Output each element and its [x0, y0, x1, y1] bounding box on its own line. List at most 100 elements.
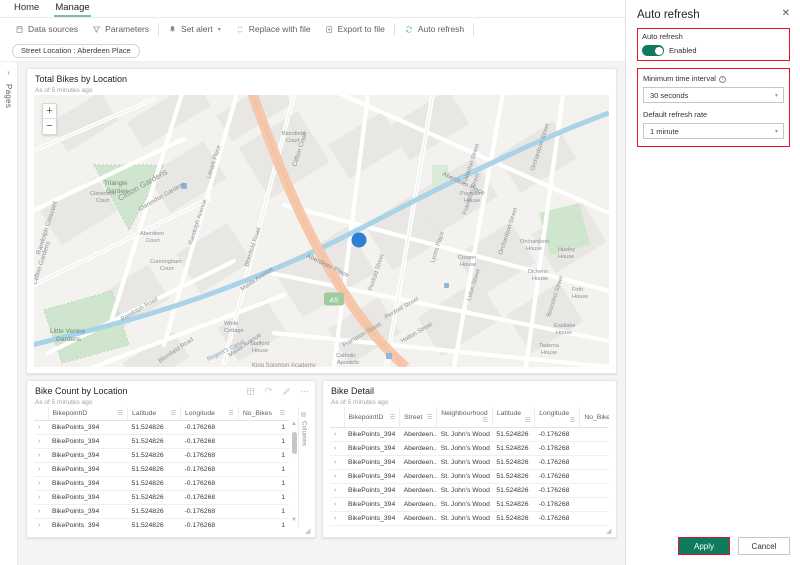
export-to-file-button[interactable]: Export to file [318, 20, 392, 38]
col-no-bikes[interactable]: No_Bikes [579, 407, 609, 428]
svg-text:House: House [558, 254, 574, 260]
filter-pill-street-location[interactable]: Street Location : Aberdeen Place [12, 43, 140, 58]
refresh-icon[interactable] [264, 387, 273, 396]
table-row[interactable]: › BikePoints_394 51.524826 -0.176268 1 [34, 504, 289, 519]
row-expand-chevron[interactable]: › [34, 448, 48, 463]
column-menu-icon[interactable]: ☰ [171, 410, 176, 417]
col-longitude[interactable]: Longitude ☰ [180, 407, 239, 421]
table-row[interactable]: ›BikePoints_394Aberdeen...St. John's Woo… [330, 497, 609, 512]
row-expand-chevron[interactable]: › [34, 462, 48, 477]
auto-refresh-button[interactable]: Auto refresh [397, 20, 471, 38]
resize-grip[interactable]: ◢ [606, 528, 613, 535]
bike-detail-grid-scroll[interactable]: BikepointID ☰ Street ☰ Neighbourhood ☰ L… [330, 407, 609, 527]
col-street[interactable]: Street ☰ [399, 407, 437, 428]
row-expand-chevron[interactable]: › [34, 504, 48, 519]
row-expand-chevron[interactable]: › [34, 518, 48, 527]
table-row[interactable]: › BikePoints_394 51.524826 -0.176268 1 [34, 434, 289, 449]
column-menu-icon[interactable]: ☰ [427, 414, 432, 421]
table-row[interactable]: ›BikePoints_394Aberdeen...St. John's Woo… [330, 427, 609, 442]
row-expand-chevron[interactable]: › [330, 427, 344, 442]
info-icon[interactable]: i [718, 75, 726, 83]
table-row[interactable]: ›BikePoints_394Aberdeen...St. John's Woo… [330, 525, 609, 527]
parameters-label: Parameters [105, 24, 150, 34]
bike-count-vertical-scrollbar[interactable]: ▲ ▼ [289, 407, 298, 527]
row-expand-chevron[interactable]: › [34, 490, 48, 505]
column-menu-icon[interactable]: ☰ [570, 417, 575, 424]
col-latitude[interactable]: Latitude ☰ [127, 407, 181, 421]
chevron-right-icon[interactable]: › [7, 68, 10, 78]
table-cell: 51.524826 [492, 455, 535, 470]
column-menu-icon[interactable]: ☰ [525, 417, 530, 424]
row-expand-chevron[interactable]: › [34, 434, 48, 449]
table-cell [579, 455, 609, 470]
minimum-time-interval-dropdown[interactable]: 30 seconds ▾ [643, 87, 784, 103]
apply-button[interactable]: Apply [678, 537, 730, 555]
row-expand-chevron[interactable]: › [330, 483, 344, 498]
scroll-up-icon[interactable]: ▲ [291, 421, 297, 428]
column-menu-icon[interactable]: ☰ [280, 410, 285, 417]
svg-text:Dickens: Dickens [528, 269, 548, 275]
row-expand-chevron[interactable]: › [330, 441, 344, 456]
table-row[interactable]: ›BikePoints_394Aberdeen...St. John's Woo… [330, 483, 609, 498]
row-expand-chevron[interactable]: › [330, 511, 344, 526]
tab-manage[interactable]: Manage [47, 2, 97, 17]
map-zoom-controls[interactable]: + − [42, 103, 57, 135]
column-menu-icon[interactable]: ☰ [390, 414, 395, 421]
close-icon[interactable]: ✕ [782, 8, 790, 20]
table-cell: BikePoints_394 [48, 476, 128, 491]
field-spacer [643, 103, 784, 110]
table-cell: -0.176268 [180, 490, 239, 505]
scrollbar-thumb[interactable] [291, 432, 297, 454]
column-menu-icon[interactable]: ☰ [118, 410, 123, 417]
row-expand-chevron[interactable]: › [330, 469, 344, 484]
col-bikepointid[interactable]: BikepointID ☰ [343, 407, 400, 428]
columns-side-rail[interactable]: ▤ Columns [298, 407, 308, 527]
more-icon[interactable] [300, 389, 309, 394]
row-expand-chevron[interactable]: › [34, 420, 48, 435]
set-alert-button[interactable]: Set alert ▾ [161, 20, 228, 38]
svg-text:Orchardson: Orchardson [520, 239, 549, 245]
table-row[interactable]: › BikePoints_394 51.524826 -0.176268 1 [34, 518, 289, 527]
map-zoom-in-button[interactable]: + [43, 104, 56, 119]
tab-home[interactable]: Home [6, 2, 47, 17]
replace-with-file-button[interactable]: Replace with file [228, 20, 318, 38]
bike-count-grid-scroll[interactable]: BikepointID ☰ Latitude ☰ Longitude ☰ No_… [34, 407, 289, 527]
table-row[interactable]: ›BikePoints_394Aberdeen...St. John's Woo… [330, 455, 609, 470]
table-row[interactable]: ›BikePoints_394Aberdeen...St. John's Woo… [330, 511, 609, 526]
table-row[interactable]: › BikePoints_394 51.524826 -0.176268 1 [34, 448, 289, 463]
svg-text:House: House [526, 246, 542, 252]
column-menu-icon[interactable]: ☰ [482, 417, 487, 424]
scroll-down-icon[interactable]: ▼ [291, 517, 297, 524]
col-bikepointid[interactable]: BikepointID ☰ [47, 407, 128, 421]
auto-refresh-panel: Auto refresh ✕ Auto refresh Enabled Mini… [625, 0, 800, 565]
table-row[interactable]: › BikePoints_394 51.524826 -0.176268 1 [34, 462, 289, 477]
row-expand-chevron[interactable]: › [330, 455, 344, 470]
col-neighbourhood[interactable]: Neighbourhood ☰ [436, 407, 493, 428]
row-expand-chevron[interactable]: › [330, 525, 344, 527]
table-row[interactable]: ›BikePoints_394Aberdeen...St. John's Woo… [330, 441, 609, 456]
col-latitude[interactable]: Latitude ☰ [491, 407, 535, 428]
edit-icon[interactable] [282, 387, 291, 396]
resize-grip[interactable]: ◢ [305, 528, 312, 535]
row-expand-chevron[interactable]: › [330, 497, 344, 512]
table-icon[interactable] [246, 387, 255, 396]
data-sources-button[interactable]: Data sources [8, 20, 85, 38]
table-row[interactable]: › BikePoints_394 51.524826 -0.176268 1 [34, 420, 289, 435]
table-row[interactable]: › BikePoints_394 51.524826 -0.176268 1 [34, 490, 289, 505]
row-expand-chevron[interactable]: › [34, 476, 48, 491]
default-refresh-rate-dropdown[interactable]: 1 minute ▾ [643, 123, 784, 139]
cancel-button[interactable]: Cancel [738, 537, 790, 555]
map-zoom-out-button[interactable]: − [43, 119, 56, 134]
column-menu-icon[interactable]: ☰ [228, 410, 233, 417]
table-cell: 51.524826 [127, 434, 181, 449]
parameters-button[interactable]: Parameters [85, 20, 156, 38]
col-no-bikes[interactable]: No_Bikes ☰ [237, 407, 289, 421]
col-longitude[interactable]: Longitude ☰ [534, 407, 580, 428]
table-row[interactable]: ›BikePoints_394Aberdeen...St. John's Woo… [330, 469, 609, 484]
bike-detail-table-body: › BikePoints_394 Aberdeen... St. John's Woo… [330, 427, 609, 527]
col-label: BikepointID [52, 410, 88, 417]
table-row[interactable]: › BikePoints_394 51.524826 -0.176268 1 [34, 476, 289, 491]
table-cell: -0.176268 [534, 455, 580, 470]
map-viewport[interactable]: A5 Triangle Garden Little Venice Gardens… [34, 95, 609, 367]
auto-refresh-toggle[interactable] [642, 45, 664, 56]
